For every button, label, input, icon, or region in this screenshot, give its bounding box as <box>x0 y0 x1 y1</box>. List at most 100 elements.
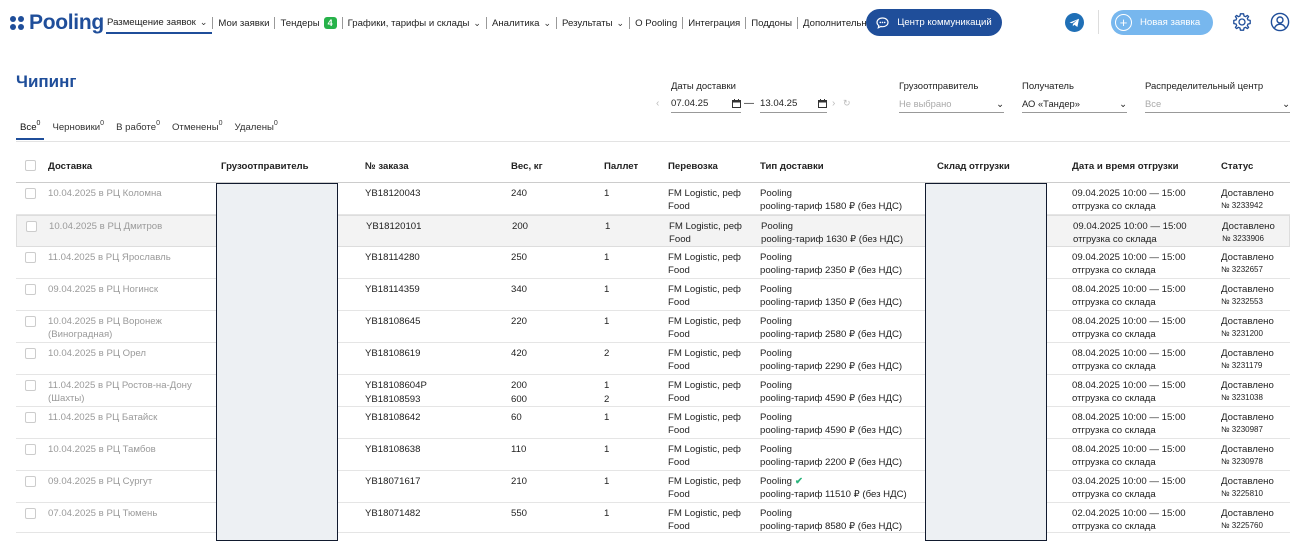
date-next-icon[interactable]: › <box>832 98 835 109</box>
status-badge: Доставлено <box>1221 252 1274 263</box>
date-to-input[interactable]: 13.04.25 <box>760 95 827 113</box>
carrier-cell: FM Logistic, реф <box>668 508 741 519</box>
status-number: № 3232657 <box>1221 265 1263 274</box>
menu-item[interactable]: Аналитика ⌄ <box>487 12 556 34</box>
gear-icon[interactable] <box>1232 12 1252 32</box>
column-header[interactable]: Тип доставки <box>760 161 824 172</box>
shipper-select[interactable]: Не выбрано ⌄ <box>899 95 1004 113</box>
column-header[interactable]: Вес, кг <box>511 161 543 172</box>
delivery-type-label: Pooling <box>760 252 793 263</box>
shipment-time-cell: отгрузка со склада <box>1072 200 1156 212</box>
pooling-logo[interactable]: Pooling <box>10 11 104 35</box>
row-checkbox[interactable] <box>25 316 36 327</box>
status-badge: Доставлено <box>1221 284 1274 295</box>
menu-item[interactable]: О Pooling <box>630 12 682 34</box>
table-row[interactable]: 11.04.2025 в РЦ Батайск YB18108642 60 1 FM L… <box>16 407 1290 439</box>
carrier-cell: Food <box>668 296 690 308</box>
dc-select[interactable]: Все ⌄ <box>1145 95 1290 113</box>
table-row[interactable]: 10.04.2025 в РЦ Коломна YB18120043 240 1 FM … <box>16 183 1290 215</box>
table-row[interactable]: 11.04.2025 в РЦ Ярославль YB18114280 250 1 F… <box>16 247 1290 279</box>
tab-4[interactable]: Удалены0 <box>231 118 282 140</box>
tariff-cell: pooling-тариф 1350 ₽ (без НДС) <box>760 296 903 308</box>
shipment-time-cell: отгрузка со склада <box>1072 328 1156 340</box>
status-badge: Доставлено <box>1221 316 1274 327</box>
date-prev-icon[interactable]: ‹ <box>656 98 659 109</box>
table-row[interactable]: 10.04.2025 в РЦ Дмитров YB18120101 200 1 FM … <box>16 215 1290 247</box>
tab-0[interactable]: Все0 <box>16 118 45 140</box>
receiver-select[interactable]: АО «Тандер» ⌄ <box>1022 95 1127 113</box>
menu-item-label: Размещение заявок <box>107 16 196 28</box>
delivery-type-label: Pooling <box>760 316 793 327</box>
reset-dates-icon[interactable]: ↻ <box>843 98 851 109</box>
column-header[interactable]: Перевозка <box>668 161 718 172</box>
column-header[interactable]: Дата и время отгрузки <box>1072 161 1179 172</box>
tariff-cell: pooling-тариф 2350 ₽ (без НДС) <box>760 264 903 276</box>
table-row[interactable]: 07.04.2025 в РЦ Тюмень YB18071482 550 1 FM L… <box>16 503 1290 533</box>
row-checkbox[interactable] <box>25 252 36 263</box>
weight-cell: 60 <box>511 412 522 423</box>
delivery-cell: 11.04.2025 в РЦ Батайск <box>48 412 158 423</box>
tariff-cell: pooling-тариф 4590 ₽ (без НДС) <box>760 424 903 436</box>
tab-3[interactable]: Отменены0 <box>168 118 227 140</box>
row-checkbox[interactable] <box>26 221 37 232</box>
date-from-input[interactable]: 07.04.25 <box>671 95 741 113</box>
menu-item[interactable]: Результаты ⌄ <box>557 12 629 34</box>
menu-item[interactable]: Мои заявки <box>213 12 274 34</box>
logo-dots-icon <box>10 15 26 31</box>
calendar-icon[interactable] <box>732 99 741 108</box>
table-row[interactable]: 10.04.2025 в РЦ Воронеж (Виноградная) YB18… <box>16 311 1290 343</box>
menu-item[interactable]: Интеграция <box>683 12 745 34</box>
tab-1[interactable]: Черновики0 <box>48 118 108 140</box>
delivery-cell: 10.04.2025 в РЦ Орел <box>48 348 147 359</box>
menu-item[interactable]: Графики, тарифы и склады ⌄ <box>343 12 486 34</box>
table-row[interactable]: 09.04.2025 в РЦ Ногинск YB18114359 340 1 FM … <box>16 279 1290 311</box>
delivery-type-cell: Pooling <box>761 221 793 234</box>
table-row[interactable]: 10.04.2025 в РЦ Орел YB18108619 420 2 FM Log… <box>16 343 1290 375</box>
new-request-button[interactable]: + Новая заявка <box>1111 10 1213 35</box>
telegram-icon[interactable] <box>1065 13 1084 32</box>
menu-item[interactable]: Размещение заявок ⌄ <box>106 12 213 34</box>
order-number-cell: YB18114280 <box>365 252 420 263</box>
shipment-time-cell: 02.04.2025 10:00 — 15:00 <box>1072 508 1186 519</box>
row-checkbox[interactable] <box>25 284 36 295</box>
communication-center-button[interactable]: Центр коммуникаций <box>866 9 1002 36</box>
tariff-cell: pooling-тариф 2200 ₽ (без НДС) <box>760 456 903 468</box>
column-header[interactable]: Доставка <box>48 161 92 172</box>
column-header[interactable]: Паллет <box>604 161 638 172</box>
row-checkbox[interactable] <box>25 412 36 423</box>
row-checkbox[interactable] <box>25 444 36 455</box>
menu-item[interactable]: Поддоны <box>746 12 797 34</box>
shipment-time-cell: 08.04.2025 10:00 — 15:00 <box>1072 380 1186 391</box>
row-checkbox[interactable] <box>25 188 36 199</box>
tab-count: 0 <box>36 120 41 127</box>
weight-cell: 220 <box>511 316 528 327</box>
select-all-checkbox[interactable] <box>25 160 36 171</box>
user-icon[interactable] <box>1270 12 1290 32</box>
row-checkbox[interactable] <box>25 508 36 519</box>
carrier-cell: Food <box>668 424 690 436</box>
shipment-time-cell: 08.04.2025 10:00 — 15:00 <box>1072 284 1186 295</box>
delivery-type-label: Pooling <box>760 444 793 455</box>
row-checkbox[interactable] <box>25 348 36 359</box>
carrier-cell: FM Logistic, реф <box>668 412 741 423</box>
chat-icon <box>876 16 889 29</box>
table-row[interactable]: 09.04.2025 в РЦ Сургут YB18071617 210 1 FM L… <box>16 471 1290 503</box>
table-row[interactable]: 10.04.2025 в РЦ Тамбов YB18108638 110 1 FM L… <box>16 439 1290 471</box>
carrier-cell: Food <box>668 520 690 532</box>
order-number-cell: YB18071482 <box>365 508 421 519</box>
column-header[interactable]: Статус <box>1221 161 1253 172</box>
delivery-cell: 10.04.2025 в РЦ Дмитров <box>49 221 163 232</box>
delivery-cell: 10.04.2025 в РЦ Воронеж <box>48 316 162 327</box>
row-checkbox[interactable] <box>25 476 36 487</box>
dc-placeholder: Все <box>1145 98 1162 109</box>
column-header[interactable]: № заказа <box>365 161 409 172</box>
table-row[interactable]: 11.04.2025 в РЦ Ростов-на-Дону (Шахты) YB1… <box>16 375 1290 407</box>
calendar-icon[interactable] <box>818 99 827 108</box>
tab-2[interactable]: В работе0 <box>112 118 164 140</box>
status-badge: Доставлено <box>1222 221 1275 232</box>
shipment-time-cell: 09.04.2025 10:00 — 15:00 <box>1073 221 1187 232</box>
menu-item[interactable]: Тендеры 4 <box>275 12 341 34</box>
row-checkbox[interactable] <box>25 380 36 391</box>
carrier-cell: FM Logistic, реф <box>668 476 741 487</box>
dc-filter-label: Распределительный центр <box>1145 81 1264 92</box>
